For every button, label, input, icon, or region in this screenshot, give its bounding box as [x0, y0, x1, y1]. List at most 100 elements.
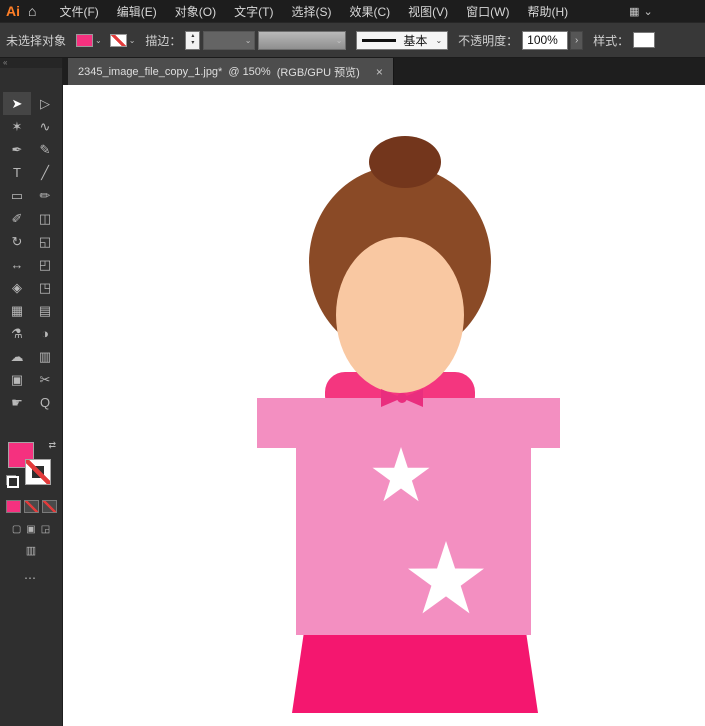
chevron-down-icon: ⌄: [644, 5, 653, 18]
width-tool-icon[interactable]: ↔: [3, 253, 31, 276]
free-transform-tool-icon[interactable]: ◰: [31, 253, 59, 276]
perspective-grid-tool-icon[interactable]: ◳: [31, 276, 59, 299]
workspace: « ➤ ▷ ✶ ∿ ✒ ✎ T ╱ ▭ ✏ ✐ ◫ ↻ ◱ ↔ ◰ ◈ ◳ ▦ …: [0, 58, 705, 726]
chevron-down-icon: ⌄: [95, 36, 102, 45]
symbol-sprayer-tool-icon[interactable]: ☁: [3, 345, 31, 368]
color-button[interactable]: [6, 500, 21, 513]
bow-knot-shape[interactable]: [397, 393, 407, 403]
selection-status: 未选择对象: [6, 32, 68, 49]
opacity-input[interactable]: 100%: [522, 31, 568, 50]
close-tab-icon[interactable]: ×: [376, 65, 383, 79]
color-mode-buttons: [6, 500, 57, 513]
direct-selection-tool-icon[interactable]: ▷: [31, 92, 59, 115]
chevron-down-icon: ⌄: [435, 36, 442, 45]
control-bar: 未选择对象 ⌄ ⌄ 描边： ▴ ▾ ⌄ ⌄ 基本 ⌄ 不透明度： 100% › …: [0, 22, 705, 58]
menu-edit[interactable]: 编辑(E): [108, 0, 166, 22]
skirt-shape[interactable]: [292, 625, 538, 713]
line-segment-tool-icon[interactable]: ╱: [31, 161, 59, 184]
slice-tool-icon[interactable]: ✂: [31, 368, 59, 391]
draw-normal-icon[interactable]: ▢: [12, 524, 21, 535]
menu-type[interactable]: 文字(T): [225, 0, 282, 22]
menu-window[interactable]: 窗口(W): [457, 0, 518, 22]
opacity-options-button[interactable]: ›: [570, 31, 583, 50]
hand-tool-icon[interactable]: ☛: [3, 391, 31, 414]
opacity-label: 不透明度：: [458, 32, 518, 49]
menu-bar: Ai ⌂ 文件(F) 编辑(E) 对象(O) 文字(T) 选择(S) 效果(C)…: [0, 0, 705, 22]
gradient-button[interactable]: [24, 500, 39, 513]
draw-inside-icon[interactable]: ◲: [41, 524, 50, 535]
pen-tool-icon[interactable]: ✒: [3, 138, 31, 161]
magic-wand-tool-icon[interactable]: ✶: [3, 115, 31, 138]
workspace-grid-icon: ▦: [629, 5, 639, 18]
stroke-profile-label: 基本: [403, 32, 427, 49]
hair-bun-shape[interactable]: [369, 136, 441, 188]
brush-definition-dropdown[interactable]: ⌄: [258, 31, 346, 50]
menu-effect[interactable]: 效果(C): [340, 0, 399, 22]
tool-grid: ➤ ▷ ✶ ∿ ✒ ✎ T ╱ ▭ ✏ ✐ ◫ ↻ ◱ ↔ ◰ ◈ ◳ ▦ ▤ …: [3, 92, 59, 414]
chevron-down-icon: ⌄: [336, 36, 343, 45]
document-tab[interactable]: 2345_image_file_copy_1.jpg* @ 150% (RGB/…: [68, 58, 394, 85]
stroke-none-swatch[interactable]: [110, 34, 127, 47]
color-mode: (RGB/GPU 预览): [277, 64, 360, 80]
paintbrush-tool-icon[interactable]: ✏: [31, 184, 59, 207]
menu-help[interactable]: 帮助(H): [518, 0, 577, 22]
toolbar-collapse-icon[interactable]: «: [0, 58, 62, 68]
draw-mode-buttons: ▢ ▣ ◲: [12, 524, 50, 535]
tools-panel: « ➤ ▷ ✶ ∿ ✒ ✎ T ╱ ▭ ✏ ✐ ◫ ↻ ◱ ↔ ◰ ◈ ◳ ▦ …: [0, 58, 63, 726]
default-fill-stroke-icon[interactable]: [6, 475, 19, 488]
style-label: 样式：: [593, 32, 629, 49]
selection-tool-icon[interactable]: ➤: [3, 92, 31, 115]
fill-color-swatch[interactable]: [76, 34, 93, 47]
stroke-line-icon: [362, 39, 396, 42]
face-shape[interactable]: [336, 237, 464, 393]
home-icon[interactable]: ⌂: [28, 3, 36, 19]
gradient-tool-icon[interactable]: ▤: [31, 299, 59, 322]
pencil-tool-icon[interactable]: ✐: [3, 207, 31, 230]
rotate-tool-icon[interactable]: ↻: [3, 230, 31, 253]
menu-view[interactable]: 视图(V): [399, 0, 457, 22]
none-button[interactable]: [42, 500, 57, 513]
column-graph-tool-icon[interactable]: ▥: [31, 345, 59, 368]
rectangle-tool-icon[interactable]: ▭: [3, 184, 31, 207]
artwork: [63, 85, 705, 726]
stroke-weight-dropdown[interactable]: ⌄: [203, 31, 255, 50]
eraser-tool-icon[interactable]: ◫: [31, 207, 59, 230]
fill-stroke-indicator: ⇄: [6, 440, 56, 488]
stroke-label: 描边：: [145, 32, 181, 49]
stroke-profile-dropdown[interactable]: 基本 ⌄: [356, 31, 448, 50]
stroke-color-control[interactable]: ⌄: [110, 34, 136, 47]
artboard-tool-icon[interactable]: ▣: [3, 368, 31, 391]
document-title: 2345_image_file_copy_1.jpg*: [78, 66, 222, 78]
poncho-shape[interactable]: [257, 398, 560, 635]
blend-tool-icon[interactable]: ◑: [31, 322, 59, 345]
fill-color-control[interactable]: ⌄: [76, 34, 102, 47]
shape-builder-tool-icon[interactable]: ◈: [3, 276, 31, 299]
menu-select[interactable]: 选择(S): [282, 0, 340, 22]
zoom-tool-icon[interactable]: Q: [31, 391, 59, 414]
scale-tool-icon[interactable]: ◱: [31, 230, 59, 253]
document-area: 2345_image_file_copy_1.jpg* @ 150% (RGB/…: [63, 58, 705, 726]
chevron-down-icon: ⌄: [245, 36, 252, 45]
spin-up-icon[interactable]: ▴: [191, 33, 194, 40]
spin-down-icon[interactable]: ▾: [191, 40, 194, 47]
swap-fill-stroke-icon[interactable]: ⇄: [48, 440, 56, 451]
chevron-down-icon: ⌄: [129, 36, 136, 45]
toolbar-overflow-icon[interactable]: ⋯: [24, 571, 38, 585]
stroke-weight-stepper[interactable]: ▴ ▾: [185, 31, 200, 50]
menu-file[interactable]: 文件(F): [50, 0, 107, 22]
lasso-tool-icon[interactable]: ∿: [31, 115, 59, 138]
zoom-level: @ 150%: [228, 66, 270, 78]
type-tool-icon[interactable]: T: [3, 161, 31, 184]
screen-mode-icon[interactable]: ▥: [26, 544, 36, 557]
draw-behind-icon[interactable]: ▣: [26, 524, 35, 535]
app-logo: Ai: [6, 3, 20, 19]
menu-object[interactable]: 对象(O): [166, 0, 225, 22]
workspace-switcher[interactable]: ▦ ⌄: [629, 5, 653, 18]
eyedropper-tool-icon[interactable]: ⚗: [3, 322, 31, 345]
mesh-tool-icon[interactable]: ▦: [3, 299, 31, 322]
document-canvas[interactable]: [63, 85, 705, 726]
graphic-style-swatch[interactable]: [633, 32, 655, 48]
stroke-proxy-swatch[interactable]: [25, 459, 51, 485]
curvature-tool-icon[interactable]: ✎: [31, 138, 59, 161]
document-tab-bar: 2345_image_file_copy_1.jpg* @ 150% (RGB/…: [63, 58, 705, 85]
